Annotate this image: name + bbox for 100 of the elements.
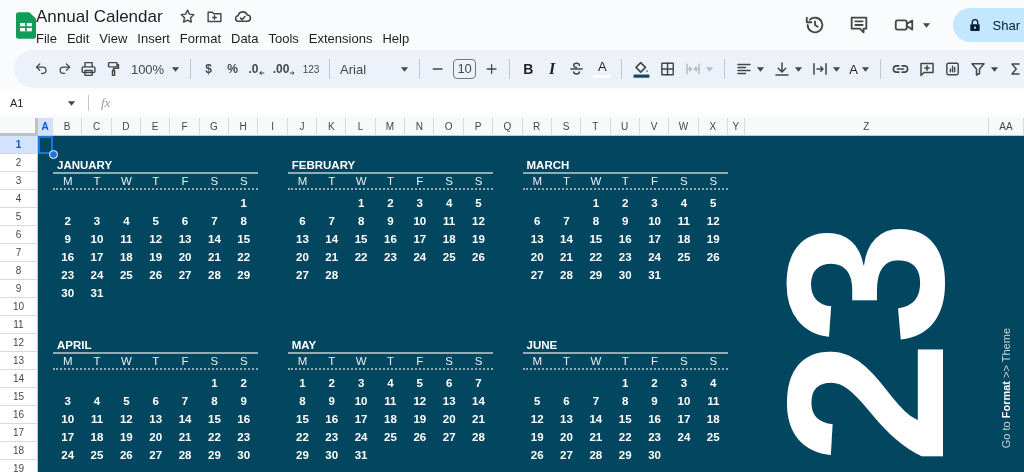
column-header[interactable]: J	[287, 118, 318, 136]
column-header[interactable]: P	[463, 118, 494, 136]
caret-icon[interactable]	[400, 64, 410, 74]
day-number: 3	[650, 197, 659, 209]
caret-icon[interactable]	[170, 64, 180, 74]
row-header[interactable]: 3	[0, 172, 38, 190]
row-header[interactable]: 16	[0, 406, 38, 424]
column-header[interactable]: W	[669, 118, 699, 136]
column-header[interactable]: R	[522, 118, 552, 136]
spreadsheet-logo-icon[interactable]	[16, 11, 36, 39]
menu-item[interactable]: Tools	[268, 30, 305, 46]
row-header[interactable]: 11	[0, 316, 38, 334]
fill-color-icon[interactable]	[632, 59, 652, 79]
redo-icon[interactable]	[57, 61, 73, 77]
caret-icon[interactable]	[860, 64, 870, 74]
day-number: 5	[151, 215, 160, 227]
currency-button[interactable]: $	[200, 62, 217, 76]
column-header[interactable]: D	[111, 118, 142, 136]
row-header[interactable]: 17	[0, 424, 38, 442]
row-header[interactable]: 2	[0, 154, 38, 172]
column-header[interactable]: F	[170, 118, 200, 136]
caret-icon[interactable]	[794, 64, 804, 74]
increase-decimal-button[interactable]: .00	[272, 62, 296, 76]
day-number: 26	[118, 449, 134, 461]
document-title[interactable]: Annual Calendar	[36, 6, 163, 27]
italic-button[interactable]: I	[544, 60, 561, 78]
text-color-button[interactable]: A	[593, 60, 612, 78]
filter-icon[interactable]	[968, 60, 987, 78]
column-header[interactable]: N	[405, 118, 435, 136]
row-header[interactable]: 5	[0, 208, 38, 226]
day-number: 12	[471, 215, 486, 227]
column-header[interactable]: V	[639, 118, 670, 136]
caret-icon[interactable]	[756, 64, 766, 74]
decrease-decimal-button[interactable]: .0	[248, 62, 265, 76]
row-header[interactable]: 6	[0, 226, 38, 244]
caret-icon[interactable]	[832, 64, 842, 74]
column-header[interactable]: T	[581, 118, 611, 136]
menu-item[interactable]: View	[99, 30, 134, 46]
text-wrap-icon[interactable]	[811, 60, 830, 78]
column-header[interactable]: I	[258, 118, 288, 136]
row-header[interactable]: 4	[0, 190, 38, 208]
menu-item[interactable]: Extensions	[308, 30, 379, 46]
borders-icon[interactable]	[659, 60, 677, 78]
font-dropdown[interactable]: Arial	[340, 61, 395, 77]
strikethrough-icon[interactable]	[568, 60, 586, 78]
column-header[interactable]: A	[38, 118, 53, 136]
row-header[interactable]: 18	[0, 442, 38, 460]
row-header[interactable]: 13	[0, 352, 38, 370]
menu-item[interactable]: Data	[231, 30, 265, 46]
menu-item[interactable]: Help	[382, 30, 416, 46]
column-header[interactable]: M	[375, 118, 406, 136]
weekday-label: M	[296, 355, 309, 367]
row-header[interactable]: 15	[0, 388, 38, 406]
row-header[interactable]: 10	[0, 298, 38, 316]
column-header[interactable]: AA	[988, 118, 1024, 136]
history-icon[interactable]	[803, 14, 826, 36]
row-header[interactable]: 14	[0, 370, 38, 388]
text-rotation-button[interactable]: A	[849, 61, 858, 77]
weekday-label: T	[327, 175, 337, 187]
print-icon[interactable]	[80, 60, 98, 78]
column-header[interactable]: L	[346, 118, 376, 136]
column-header[interactable]: G	[199, 118, 230, 136]
column-header[interactable]: X	[698, 118, 728, 136]
caret-icon[interactable]	[67, 98, 76, 108]
cell-reference[interactable]: A1	[10, 97, 24, 109]
fill-handle[interactable]	[49, 150, 58, 159]
chart-icon[interactable]	[943, 60, 961, 78]
number-format-button[interactable]: 123	[303, 63, 320, 75]
column-header[interactable]: C	[82, 118, 112, 136]
day-number: 25	[705, 431, 721, 443]
caret-icon[interactable]	[989, 64, 999, 74]
column-header[interactable]: Z	[744, 118, 989, 136]
menu-item[interactable]: Edit	[66, 30, 96, 46]
percent-button[interactable]: %	[224, 62, 241, 76]
zoom-dropdown[interactable]: 100%	[130, 61, 165, 77]
font-size-field[interactable]: 10	[453, 59, 477, 79]
column-header[interactable]: O	[434, 118, 464, 136]
row-header[interactable]: 1	[0, 136, 38, 154]
menu-item[interactable]: Insert	[137, 30, 176, 46]
caret-icon[interactable]	[921, 20, 931, 30]
row-header[interactable]: 12	[0, 334, 38, 352]
column-header[interactable]: E	[141, 118, 171, 136]
column-header[interactable]: B	[53, 118, 83, 136]
column-header[interactable]: H	[229, 118, 259, 136]
menu-item[interactable]: File	[36, 30, 63, 46]
menu-item[interactable]: Format	[179, 30, 227, 46]
row-header[interactable]: 9	[0, 280, 38, 298]
day-number: 19	[705, 233, 721, 245]
share-button[interactable]: Shar	[952, 8, 1024, 42]
row-header[interactable]: 7	[0, 244, 38, 262]
row-header[interactable]: 8	[0, 262, 38, 280]
column-header[interactable]: K	[317, 118, 347, 136]
column-header[interactable]: S	[551, 118, 582, 136]
day-number: 22	[236, 251, 252, 263]
star-icon[interactable]	[178, 8, 196, 25]
undo-icon[interactable]	[34, 61, 50, 77]
align-bottom-icon[interactable]	[773, 60, 792, 78]
column-header[interactable]: U	[610, 118, 640, 136]
column-header[interactable]: Q	[493, 118, 523, 136]
bold-button[interactable]: B	[520, 61, 537, 77]
